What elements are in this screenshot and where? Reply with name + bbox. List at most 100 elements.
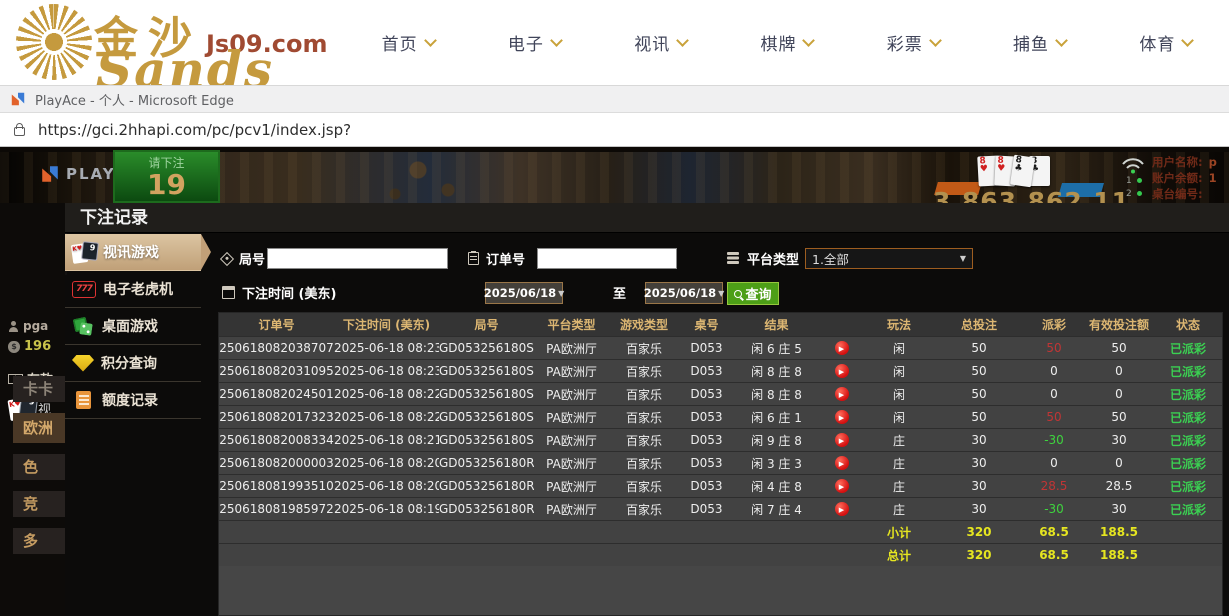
playing-card: 8 ♣ — [1010, 155, 1035, 188]
cell-valid-bet: 0 — [1084, 387, 1154, 401]
sidebar-item[interactable]: 视讯游戏 — [65, 234, 201, 271]
nav-item-label: 体育 — [1139, 30, 1175, 55]
table-header-cell: 派彩 — [1024, 316, 1084, 333]
panel-sidebar: 视讯游戏 电子老虎机 桌面游戏 积分查询 额度记录 — [65, 234, 201, 419]
chevron-down-icon — [550, 34, 563, 47]
nav-item[interactable]: 电子 — [508, 30, 561, 55]
lobby-item[interactable]: 竞 — [13, 491, 65, 517]
nav-item-label: 电子 — [508, 30, 544, 55]
tag-icon — [220, 251, 234, 265]
bet-time-label: 下注时间 (美东) — [242, 283, 336, 302]
cell-result: 闲 9 庄 8 — [734, 432, 819, 449]
signal-levels: 1 2 — [1126, 174, 1142, 200]
search-button[interactable]: 查询 — [727, 282, 779, 305]
cell-valid-bet: 0 — [1084, 456, 1154, 470]
cell-payout: 50 — [1024, 341, 1084, 355]
cell-payout: 0 — [1024, 456, 1084, 470]
date-to-select[interactable]: 2025/06/18 ▼ — [645, 282, 723, 304]
lobby-item[interactable]: 卡卡 — [13, 376, 65, 402]
cell-total-bet: 50 — [934, 410, 1024, 424]
account-info-value: 1 — [1209, 171, 1217, 185]
order-no-input[interactable] — [537, 248, 677, 269]
grand-total-valid-bet: 188.5 — [1084, 548, 1154, 562]
person-icon — [8, 321, 19, 332]
sidebar-item[interactable]: 桌面游戏 — [65, 308, 201, 345]
nav-item[interactable]: 首页 — [382, 30, 435, 55]
cell-result: 闲 6 庄 1 — [734, 409, 819, 426]
cell-video — [819, 479, 864, 494]
bet-countdown-box: 请下注 19 — [113, 150, 220, 203]
play-video-icon[interactable] — [835, 456, 849, 470]
play-video-icon[interactable] — [835, 387, 849, 401]
cell-status: 已派彩 — [1154, 409, 1222, 426]
nav-item[interactable]: 棋牌 — [760, 30, 813, 55]
subtotal-valid-bet: 188.5 — [1084, 525, 1154, 539]
date-to-label: 至 — [613, 283, 626, 302]
cell-result: 闲 3 庄 3 — [734, 455, 819, 472]
cell-play: 庄 — [864, 501, 934, 518]
cell-payout: 0 — [1024, 364, 1084, 378]
play-video-icon[interactable] — [835, 410, 849, 424]
cell-order-no: 250618082008334 — [219, 433, 334, 447]
chevron-down-icon — [803, 34, 816, 47]
cell-table-no: D053 — [679, 502, 734, 516]
cell-video — [819, 387, 864, 402]
platform-select[interactable]: 1.全部 ▼ — [805, 248, 973, 269]
card-suit: ♣ — [1031, 165, 1050, 173]
sun-logo-icon — [16, 4, 92, 80]
cell-total-bet: 50 — [934, 387, 1024, 401]
play-video-icon[interactable] — [835, 341, 849, 355]
chevron-down-icon — [1181, 34, 1194, 47]
address-bar[interactable]: https://gci.2hhapi.com/pc/pcv1/index.jsp… — [0, 113, 1229, 147]
cell-play: 庄 — [864, 432, 934, 449]
nav-item-label: 棋牌 — [760, 30, 796, 55]
play-video-icon[interactable] — [835, 364, 849, 378]
cell-status: 已派彩 — [1154, 478, 1222, 495]
cell-round-no: GD053256180RY — [439, 479, 534, 493]
play-video-icon[interactable] — [835, 502, 849, 516]
play-video-icon[interactable] — [835, 479, 849, 493]
play-video-icon[interactable] — [835, 433, 849, 447]
nav-item[interactable]: 彩票 — [887, 30, 940, 55]
cell-play: 庄 — [864, 455, 934, 472]
lobby-item[interactable]: 色 — [13, 454, 65, 480]
date-from-select[interactable]: 2025/06/18 ▼ — [485, 282, 563, 304]
nav-item[interactable]: 视讯 — [634, 30, 687, 55]
nav-item[interactable]: 捕鱼 — [1013, 30, 1066, 55]
table-header-cell: 结果 — [734, 316, 819, 333]
cell-total-bet: 30 — [934, 433, 1024, 447]
dropdown-arrow-icon: ▼ — [558, 289, 564, 298]
rail-username-text: pga — [23, 319, 48, 333]
table-header-cell: 下注时间 (美东) — [334, 316, 439, 333]
cell-table-no: D053 — [679, 433, 734, 447]
cell-payout: 50 — [1024, 410, 1084, 424]
gem-icon — [72, 355, 94, 372]
cell-play: 庄 — [864, 478, 934, 495]
account-info-row: 桌台编号: — [1152, 186, 1217, 202]
subtotal-total-bet: 320 — [934, 525, 1024, 539]
lobby-item[interactable]: 多 — [13, 528, 65, 554]
cell-order-no: 250618082031095 — [219, 364, 334, 378]
cell-game-type: 百家乐 — [609, 455, 679, 472]
cell-platform: PA欧洲厅 — [534, 478, 609, 495]
round-no-input[interactable] — [267, 248, 448, 269]
lobby-item-label: 欧洲 — [23, 419, 53, 437]
sidebar-item[interactable]: 积分查询 — [65, 345, 201, 382]
sidebar-item[interactable]: 额度记录 — [65, 382, 201, 419]
cell-game-type: 百家乐 — [609, 386, 679, 403]
cell-game-type: 百家乐 — [609, 432, 679, 449]
table-header-cell: 状态 — [1154, 316, 1222, 333]
cell-round-no: GD053256180RX — [439, 502, 534, 516]
rail-username: pga — [0, 319, 48, 333]
table-header-cell: 有效投注额 — [1084, 316, 1154, 333]
grand-total-payout: 68.5 — [1024, 548, 1084, 562]
calendar-icon — [222, 286, 235, 299]
subtotal-payout: 68.5 — [1024, 525, 1084, 539]
table-row: 250618082008334 2025-06-18 08:21:19 GD05… — [219, 428, 1222, 451]
cell-platform: PA欧洲厅 — [534, 501, 609, 518]
table-header-cell: 局号 — [439, 316, 534, 333]
account-info-label: 用户名称: — [1152, 155, 1203, 169]
lobby-item[interactable]: 欧洲 — [13, 413, 65, 443]
nav-item[interactable]: 体育 — [1139, 30, 1192, 55]
sidebar-item[interactable]: 电子老虎机 — [65, 271, 201, 308]
